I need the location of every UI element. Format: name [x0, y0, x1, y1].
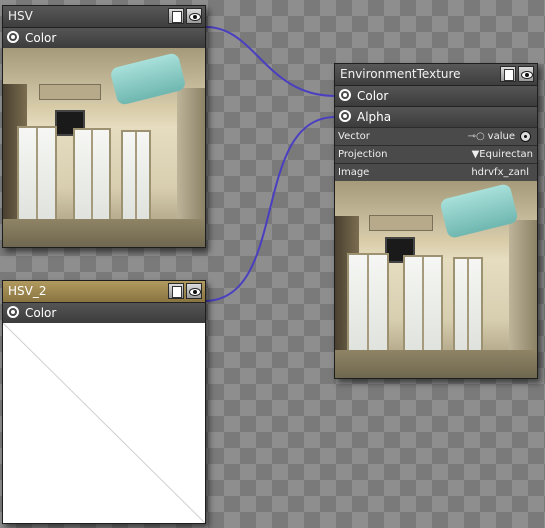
- env-prop-projection[interactable]: Projection ▼Equirectan: [335, 145, 537, 163]
- socket-ring-icon[interactable]: [7, 306, 19, 318]
- hsv2-preview-image: [3, 323, 205, 523]
- env-node-title-bar[interactable]: EnvironmentTexture: [335, 64, 537, 85]
- env-preview-image: [335, 181, 537, 378]
- hsv-output-color-label: Color: [25, 31, 57, 45]
- wire-hsv2-color-to-env-alpha[interactable]: [203, 116, 336, 302]
- key-icon: ⊸○: [467, 131, 485, 142]
- env-prop-vector-label: Vector: [338, 131, 370, 142]
- socket-ring-icon[interactable]: [7, 31, 19, 43]
- env-prop-image-label: Image: [338, 167, 370, 178]
- env-output-alpha-label: Alpha: [357, 110, 392, 124]
- hsv-node-title: HSV: [8, 9, 33, 23]
- input-dot-icon[interactable]: [520, 131, 531, 142]
- hsv2-output-color[interactable]: Color: [3, 302, 205, 323]
- socket-ring-icon[interactable]: [339, 89, 351, 101]
- eye-icon[interactable]: [518, 66, 534, 82]
- hsv2-node-title-bar[interactable]: HSV_2: [3, 281, 205, 302]
- env-prop-projection-label: Projection: [338, 149, 388, 160]
- eye-icon[interactable]: [186, 283, 202, 299]
- eye-icon[interactable]: [186, 8, 202, 24]
- hsv-node-title-bar[interactable]: HSV: [3, 6, 205, 27]
- socket-ring-icon[interactable]: [339, 110, 351, 122]
- hsv2-output-color-label: Color: [25, 306, 57, 320]
- hsv-preview-image: [3, 48, 205, 247]
- env-prop-vector-value: value: [487, 131, 515, 142]
- hsv2-node[interactable]: HSV_2 Color: [2, 280, 206, 524]
- env-output-alpha[interactable]: Alpha: [335, 106, 537, 127]
- environment-texture-node[interactable]: EnvironmentTexture Color Alpha Vector ⊸○…: [334, 63, 538, 379]
- env-prop-image-value[interactable]: hdrvfx_zanl: [471, 164, 529, 181]
- hsv2-node-title: HSV_2: [8, 284, 47, 298]
- hsv-output-color[interactable]: Color: [3, 27, 205, 48]
- env-prop-vector[interactable]: Vector ⊸○ value: [335, 127, 537, 145]
- env-output-color[interactable]: Color: [335, 85, 537, 106]
- env-output-color-label: Color: [357, 89, 389, 103]
- env-prop-image[interactable]: Image hdrvfx_zanl: [335, 163, 537, 181]
- document-icon[interactable]: [168, 283, 184, 299]
- hsv-node[interactable]: HSV Color: [2, 5, 206, 248]
- env-node-title: EnvironmentTexture: [340, 67, 461, 81]
- env-prop-projection-dropdown[interactable]: ▼Equirectan: [472, 146, 533, 163]
- wire-hsv-color-to-env-color[interactable]: [203, 25, 336, 97]
- document-icon[interactable]: [500, 66, 516, 82]
- document-icon[interactable]: [168, 8, 184, 24]
